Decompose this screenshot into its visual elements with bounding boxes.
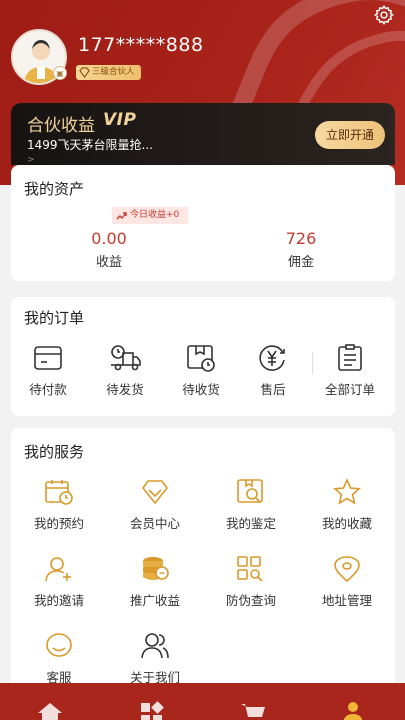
clipboard-list-icon [338,344,362,371]
today-income-tag: 今日收益+0 [112,207,189,224]
service-promotion-income-label: 推广收益 [129,593,180,608]
diamond-badge-icon [79,67,90,78]
level-badge: 三级合伙人 [76,65,141,80]
trend-up-icon [116,212,127,220]
income-label: 收益 [95,255,122,270]
assets-title: 我的资产 [24,180,85,198]
coins-icon [143,557,169,580]
order-pending-receipt[interactable]: 待收货 [169,344,233,398]
order-after-sales-label: 售后 [260,382,286,397]
category-icon[interactable] [139,701,165,720]
user-phone: 177*****888 [78,34,204,56]
service-address-label: 地址管理 [321,593,372,608]
income-value[interactable]: 0.00 [69,229,149,248]
order-divider [312,352,313,374]
assets-card: 我的资产 今日收益+0 0.00 收益 726 佣金 [11,165,395,281]
service-promotion-income[interactable]: 推广收益 [115,555,195,609]
service-invitations-label: 我的邀请 [33,593,84,608]
vip-promo-card[interactable]: 合伙收益 VIP 1499飞天茅台限量抢... > 立即开通 [11,103,395,165]
image-search-icon [237,479,263,503]
today-income-text: 今日收益+0 [130,210,180,220]
service-appointments-label: 我的预约 [33,516,84,531]
order-all[interactable]: 全部订单 [318,344,382,398]
service-anti-counterfeit[interactable]: 防伪查询 [211,555,291,609]
vip-logo: VIP [103,110,137,130]
service-favorites[interactable]: 我的收藏 [307,478,387,532]
yen-refund-icon [259,345,285,371]
diamond-icon [141,480,169,505]
service-appointments[interactable]: 我的预约 [19,478,99,532]
service-address[interactable]: 地址管理 [307,555,387,609]
open-vip-button[interactable]: 立即开通 [315,121,385,149]
wallet-icon [34,346,62,370]
order-after-sales[interactable]: 售后 [241,344,305,398]
service-appraisal-label: 我的鉴定 [225,516,276,531]
headset-icon [46,633,72,657]
users-icon [141,633,169,659]
vip-arrow: > [27,155,35,165]
truck-icon [111,345,141,371]
calendar-clock-icon [45,480,73,505]
commission-value[interactable]: 726 [261,229,341,248]
service-anti-counterfeit-label: 防伪查询 [225,593,276,608]
vip-title: 合伙收益 [27,116,95,136]
commission-label: 佣金 [287,255,314,270]
star-icon [333,478,361,505]
orders-title: 我的订单 [24,309,85,327]
service-member-center[interactable]: 会员中心 [115,478,195,532]
avatar-badge-icon: ▣ [53,66,67,80]
order-pending-receipt-label: 待收货 [182,382,220,397]
profile-icon[interactable] [342,701,364,720]
level-badge-text: 三级合伙人 [92,67,135,77]
cart-icon[interactable] [240,701,266,720]
services-card: 我的服务 我的预约 会员中心 我的鉴定 我的收藏 我的邀请 推广收益 防伪查询 … [11,428,395,698]
order-pending-shipment-label: 待发货 [106,382,144,397]
service-member-center-label: 会员中心 [129,516,180,531]
bottom-tab-bar [0,683,405,720]
service-invitations[interactable]: 我的邀请 [19,555,99,609]
order-all-label: 全部订单 [324,382,375,397]
package-clock-icon [187,345,215,372]
vip-subtitle: 1499飞天茅台限量抢... [27,138,153,152]
order-pending-payment-label: 待付款 [29,382,67,397]
service-customer-support[interactable]: 客服 [19,632,99,686]
user-add-icon [45,557,71,582]
home-icon[interactable] [37,701,63,720]
location-pin-icon [334,556,360,583]
service-appraisal[interactable]: 我的鉴定 [211,478,291,532]
order-pending-payment[interactable]: 待付款 [16,344,80,398]
order-pending-shipment[interactable]: 待发货 [93,344,157,398]
orders-card: 我的订单 待付款 待发货 待收货 售后 全部订单 [11,297,395,416]
service-about-us[interactable]: 关于我们 [115,632,195,686]
services-title: 我的服务 [24,443,85,461]
settings-gear-icon[interactable] [373,4,395,26]
qr-search-icon [237,556,263,582]
service-favorites-label: 我的收藏 [321,516,372,531]
